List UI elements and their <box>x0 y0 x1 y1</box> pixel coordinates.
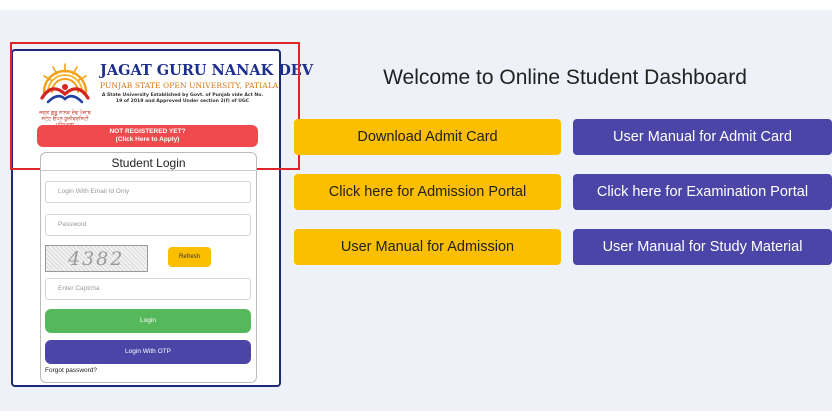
captcha-refresh-button[interactable]: Refresh <box>168 247 211 267</box>
study-material-manual-button[interactable]: User Manual for Study Material <box>573 229 832 265</box>
download-admit-card-button[interactable]: Download Admit Card <box>294 119 561 155</box>
captcha-text: 4382 <box>68 248 125 270</box>
login-button[interactable]: Login <box>45 309 251 333</box>
email-input[interactable]: Login With Email Id Only <box>45 181 251 203</box>
admit-card-manual-button[interactable]: User Manual for Admit Card <box>573 119 832 155</box>
forgot-password-link[interactable]: Forgot password? <box>45 367 97 374</box>
login-otp-button[interactable]: Login With OTP <box>45 340 251 364</box>
panel-divider <box>41 170 256 171</box>
examination-portal-button[interactable]: Click here for Examination Portal <box>573 174 832 210</box>
password-input[interactable]: Password <box>45 214 251 236</box>
admission-manual-button[interactable]: User Manual for Admission <box>294 229 561 265</box>
admission-portal-button[interactable]: Click here for Admission Portal <box>294 174 561 210</box>
student-login-title: Student Login <box>111 156 186 170</box>
captcha-input[interactable]: Enter Captcha <box>45 278 251 300</box>
highlight-annotation-box <box>10 42 300 170</box>
captcha-image: 4382 <box>45 245 148 272</box>
welcome-heading: Welcome to Online Student Dashboard <box>383 66 747 89</box>
